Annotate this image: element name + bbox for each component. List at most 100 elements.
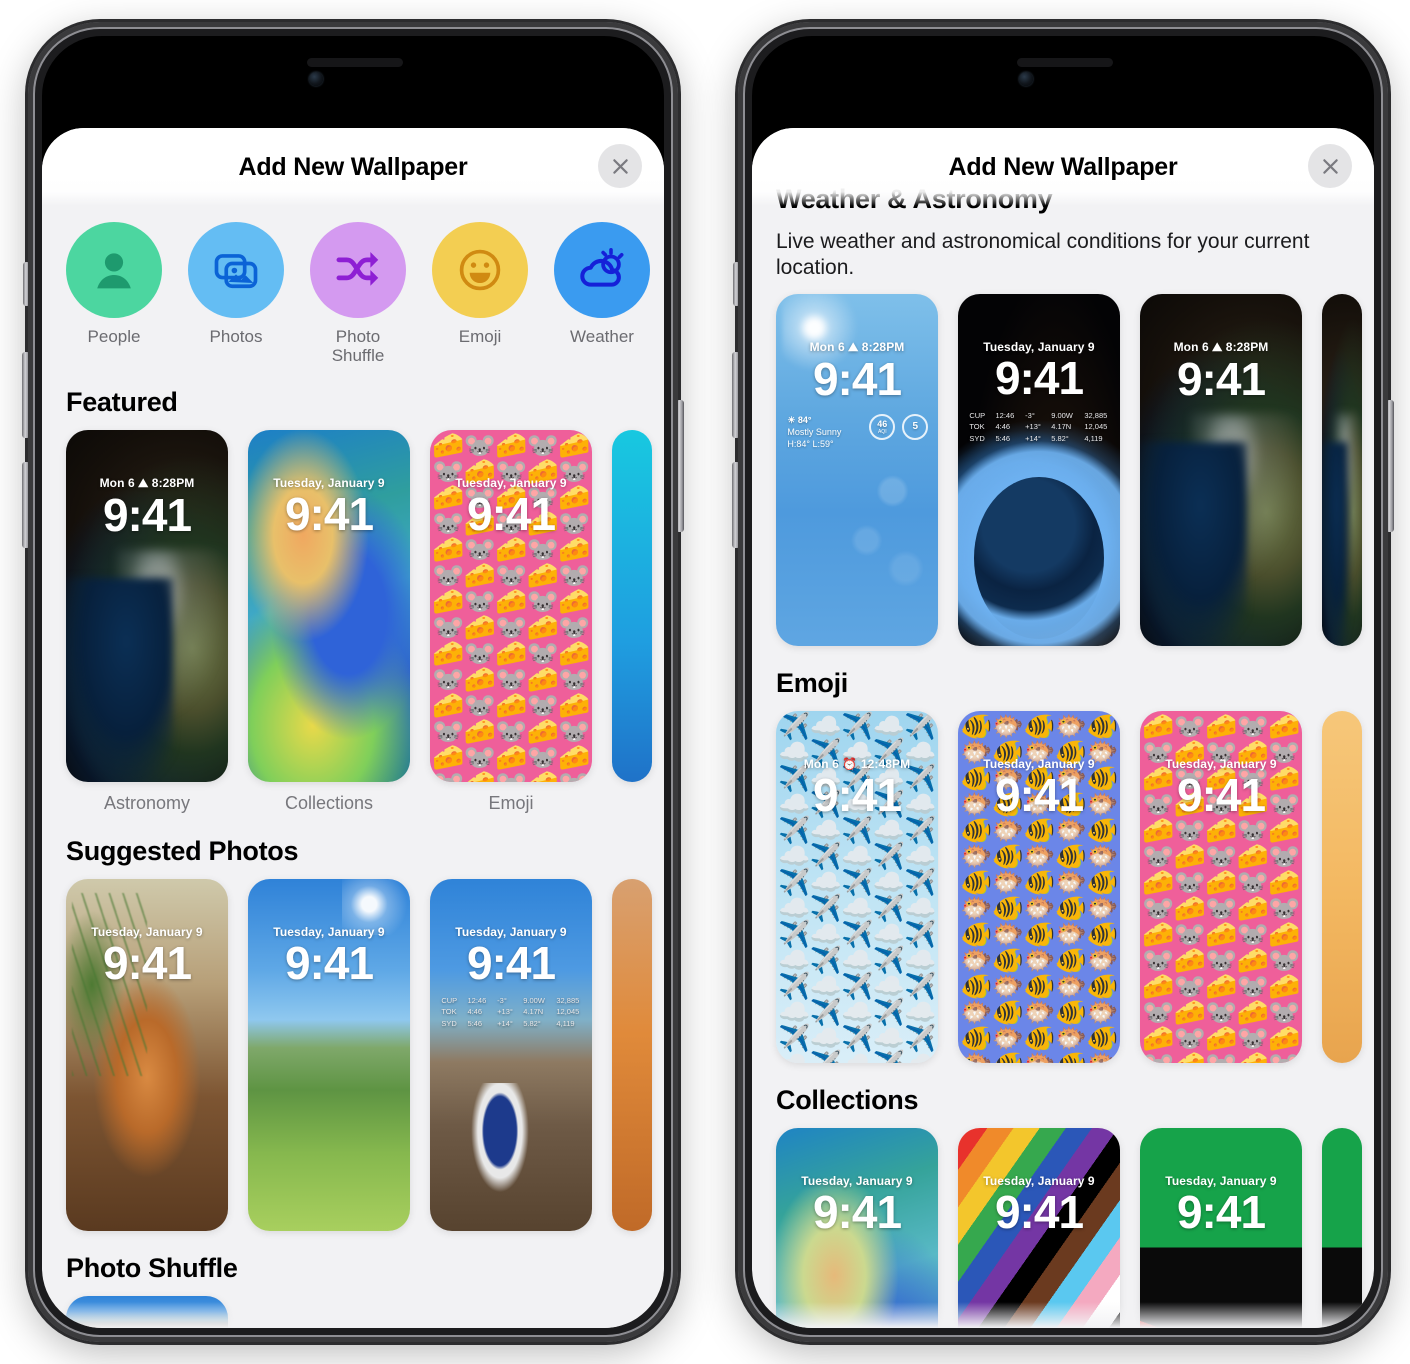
suggested-photos-tile-row[interactable]: Tuesday, January 9 9:41 Tuesday, January… — [42, 879, 664, 1232]
aqi-ring: 46 AQI — [869, 413, 896, 440]
wallpaper-tile[interactable]: Mon 6 ⛰ 8:28PM 9:41 Astronomy — [66, 430, 228, 814]
volume-down-button[interactable] — [22, 462, 30, 548]
lock-screen-overlay: Tuesday, January 9 9:41 — [430, 476, 592, 538]
weather-temp: ☀ 84° — [787, 414, 812, 425]
weather-hilo: H:84° L:59° — [787, 438, 834, 449]
power-button[interactable] — [676, 400, 684, 532]
power-button-right[interactable] — [1386, 400, 1394, 532]
section-title-collections: Collections — [776, 1084, 919, 1115]
section-title-emoji: Emoji — [776, 667, 849, 698]
photos-icon[interactable] — [188, 222, 284, 318]
wallpaper-tile[interactable]: 🐠 🐡 🐠 🐡 🐠 🐡 🐠 🐡 🐠 🐡 🐠 🐡 🐠 🐡 🐠 🐡 🐠 🐡 🐠 🐡 🐠 🐡 🐠 🐡 🐠 🐡 🐠 🐡 🐠 🐡 🐠 🐡 🐠 🐡 🐠 🐡 🐠 🐡 🐠 🐡… — [958, 710, 1120, 1063]
earpiece-speaker — [307, 58, 403, 67]
lock-time: 9:41 — [102, 488, 192, 541]
emoji-smiley-icon[interactable] — [432, 222, 528, 318]
city-widget-row: SYD 5:46 +14° 5.82° 4,119 — [441, 1018, 575, 1028]
volume-up-button[interactable] — [22, 352, 30, 438]
wallpaper-scroll-right[interactable]: Weather & AstronomyLive weather and astr… — [752, 128, 1374, 1328]
weather-astronomy-tile-row[interactable]: ☀ 84° Mostly Sunny H:84° L:59° 46 AQI 5 M… — [752, 293, 1374, 646]
featured-tile-row[interactable]: Mon 6 ⛰ 8:28PM 9:41 Astronomy Tuesday, J… — [42, 430, 664, 814]
wallpaper-tile[interactable] — [612, 879, 652, 1232]
wallpaper-tile[interactable]: Mon 6 ⛰ 8:28PM 9:41 — [1140, 293, 1302, 646]
wallpaper-tile[interactable] — [1322, 710, 1362, 1063]
wallpaper-scroll-left[interactable]: People Photos Photo Shuffle Emoji Weathe… — [42, 128, 664, 1328]
wallpaper-preview[interactable] — [1322, 1127, 1362, 1328]
section-title-photo-shuffle: Photo Shuffle — [66, 1253, 238, 1284]
category-emoji[interactable]: Emoji — [432, 222, 528, 365]
wallpaper-preview[interactable]: Tuesday, January 9 9:41 — [958, 1127, 1120, 1328]
wallpaper-tile[interactable]: 🧀 🐭 🧀 🐭 🧀 🐭 🧀 🐭 🧀 🐭 🧀 🐭 🧀 🐭 🧀 🐭 🧀 🐭 🧀 🐭 🧀 🐭 🧀 🐭 🧀 🐭 🧀 🐭 🧀 🐭 🧀 🐭 🧀 🐭 🧀 🐭 🧀 🐭 🧀 🐭… — [430, 430, 592, 814]
volume-up-button-right[interactable] — [732, 352, 740, 438]
lock-screen-overlay: Mon 6 ⛰ 8:28PM 9:41 — [1140, 340, 1302, 403]
scroll-fade-right — [752, 1302, 1374, 1328]
close-button[interactable] — [598, 144, 642, 188]
category-people[interactable]: People — [66, 222, 162, 365]
iphone-device-right: Weather & AstronomyLive weather and astr… — [732, 22, 1394, 1342]
wallpaper-preview[interactable]: Mon 6 ⛰ 8:28PM 9:41 — [1140, 293, 1302, 646]
wallpaper-tile[interactable]: CUP 12:46 -3° 9.00W 32,885 TOK 4:46 +13°… — [958, 293, 1120, 646]
wallpaper-preview[interactable] — [612, 879, 652, 1232]
wallpaper-preview[interactable]: Tuesday, January 9 9:41 — [248, 430, 410, 783]
page-title: Add New Wallpaper — [238, 152, 468, 181]
wallpaper-tile[interactable]: 🧀 🐭 🧀 🐭 🧀 🐭 🧀 🐭 🧀 🐭 🧀 🐭 🧀 🐭 🧀 🐭 🧀 🐭 🧀 🐭 🧀 🐭 🧀 🐭 🧀 🐭 🧀 🐭 🧀 🐭 🧀 🐭 🧀 🐭 🧀 🐭 🧀 🐭 🧀 🐭… — [1140, 710, 1302, 1063]
category-photos[interactable]: Photos — [188, 222, 284, 365]
wallpaper-tile[interactable]: Tuesday, January 9 9:41 — [66, 879, 228, 1232]
city-widget-row: TOK 4:46 +13° 4.17N 12,045 — [969, 422, 1108, 432]
wallpaper-tile[interactable]: CUP 12:46 -3° 9.00W 32,885 TOK 4:46 +13°… — [430, 879, 592, 1232]
wallpaper-tile[interactable]: ✈️ ☁️ ✈️ ☁️ ✈️ ☁️ ✈️ ☁️ ✈️ ☁️ ✈️ ☁️ ✈️ ☁️ ✈️ ☁️ ✈️ ☁️ ✈️ ☁️… — [776, 710, 938, 1063]
wallpaper-tile[interactable] — [1322, 293, 1362, 646]
lock-time: 9:41 — [812, 352, 902, 405]
wallpaper-preview[interactable]: Tuesday, January 9 9:41 — [248, 879, 410, 1232]
wallpaper-tile[interactable]: Tuesday, January 9 9:41 — [776, 1127, 938, 1328]
volume-down-button-right[interactable] — [732, 462, 740, 548]
person-icon[interactable] — [66, 222, 162, 318]
wallpaper-preview[interactable]: CUP 12:46 -3° 9.00W 32,885 TOK 4:46 +13°… — [430, 879, 592, 1232]
category-weather[interactable]: Weather — [554, 222, 650, 365]
lock-time: 9:41 — [284, 487, 374, 540]
ring-silent-switch[interactable] — [23, 262, 30, 306]
wallpaper-preview[interactable]: Mon 6 ⛰ 8:28PM 9:41 — [66, 430, 228, 783]
weather-cloud-sun-icon[interactable] — [554, 222, 650, 318]
iphone-device-left: People Photos Photo Shuffle Emoji Weathe… — [22, 22, 684, 1342]
wallpaper-preview[interactable]: Tuesday, January 9 9:41 — [776, 1127, 938, 1328]
emoji-tile-row[interactable]: ✈️ ☁️ ✈️ ☁️ ✈️ ☁️ ✈️ ☁️ ✈️ ☁️ ✈️ ☁️ ✈️ ☁️ ✈️ ☁️ ✈️ ☁️ ✈️ ☁️… — [752, 710, 1374, 1063]
lock-time: 9:41 — [102, 936, 192, 989]
wallpaper-tile[interactable]: Tuesday, January 9 9:41 — [958, 1127, 1120, 1328]
wallpaper-preview[interactable]: 🧀 🐭 🧀 🐭 🧀 🐭 🧀 🐭 🧀 🐭 🧀 🐭 🧀 🐭 🧀 🐭 🧀 🐭 🧀 🐭 🧀 🐭 🧀 🐭 🧀 🐭 🧀 🐭 🧀 🐭 🧀 🐭 🧀 🐭 🧀 🐭 🧀 🐭 🧀 🐭… — [430, 430, 592, 783]
wallpaper-preview[interactable]: 🧀 🐭 🧀 🐭 🧀 🐭 🧀 🐭 🧀 🐭 🧀 🐭 🧀 🐭 🧀 🐭 🧀 🐭 🧀 🐭 🧀 🐭 🧀 🐭 🧀 🐭 🧀 🐭 🧀 🐭 🧀 🐭 🧀 🐭 🧀 🐭 🧀 🐭 🧀 🐭… — [1140, 710, 1302, 1063]
lock-screen-overlay: Tuesday, January 9 9:41 — [248, 476, 410, 538]
weather-condition: Mostly Sunny — [787, 426, 842, 437]
wallpaper-tile[interactable] — [612, 430, 652, 814]
wallpaper-preview[interactable] — [1322, 710, 1362, 1063]
wallpaper-tile[interactable]: ☀ 84° Mostly Sunny H:84° L:59° 46 AQI 5 M… — [776, 293, 938, 646]
wallpaper-tile[interactable] — [1322, 1127, 1362, 1328]
wallpaper-preview[interactable]: ☀ 84° Mostly Sunny H:84° L:59° 46 AQI 5 M… — [776, 293, 938, 646]
category-label: Weather — [570, 327, 634, 346]
tile-caption: Emoji — [488, 793, 534, 814]
wallpaper-preview[interactable] — [612, 430, 652, 783]
earpiece-speaker-right — [1017, 58, 1113, 67]
city-widget-row: TOK 4:46 +13° 4.17N 12,045 — [441, 1007, 580, 1017]
wallpaper-preview[interactable]: Tuesday, January 9 9:41 — [1140, 1127, 1302, 1328]
ring-silent-switch-right[interactable] — [733, 262, 740, 306]
category-photo shuffle[interactable]: Photo Shuffle — [310, 222, 406, 365]
city-widget: CUP 12:46 -3° 9.00W 32,885 TOK 4:46 +13°… — [441, 995, 584, 1029]
wallpaper-tile[interactable]: Tuesday, January 9 9:41 — [1140, 1127, 1302, 1328]
wallpaper-tile[interactable]: Tuesday, January 9 9:41 Collections — [248, 430, 410, 814]
lock-screen-overlay: Mon 6 ⛰ 8:28PM 9:41 — [66, 476, 228, 539]
shuffle-icon[interactable] — [310, 222, 406, 318]
page-title-right: Add New Wallpaper — [948, 152, 1178, 181]
lock-time: 9:41 — [284, 936, 374, 989]
wallpaper-preview[interactable] — [1322, 293, 1362, 646]
wallpaper-preview[interactable]: ✈️ ☁️ ✈️ ☁️ ✈️ ☁️ ✈️ ☁️ ✈️ ☁️ ✈️ ☁️ ✈️ ☁️ ✈️ ☁️ ✈️ ☁️ ✈️ ☁️… — [776, 710, 938, 1063]
wallpaper-tile[interactable]: Tuesday, January 9 9:41 — [248, 879, 410, 1232]
lock-screen-overlay: Tuesday, January 9 9:41 — [958, 757, 1120, 819]
close-button-right[interactable] — [1308, 144, 1352, 188]
collections-tile-row[interactable]: Tuesday, January 9 9:41 Tuesday, January… — [752, 1127, 1374, 1328]
lock-screen-overlay: Tuesday, January 9 9:41 — [248, 925, 410, 987]
wallpaper-preview[interactable]: 🐠 🐡 🐠 🐡 🐠 🐡 🐠 🐡 🐠 🐡 🐠 🐡 🐠 🐡 🐠 🐡 🐠 🐡 🐠 🐡 🐠 🐡 🐠 🐡 🐠 🐡 🐠 🐡 🐠 🐡 🐠 🐡 🐠 🐡 🐠 🐡 🐠 🐡 🐠 🐡… — [958, 710, 1120, 1063]
lock-screen-overlay: Tuesday, January 9 9:41 — [958, 340, 1120, 402]
wallpaper-preview[interactable]: Tuesday, January 9 9:41 — [66, 879, 228, 1232]
close-icon — [1322, 158, 1338, 174]
wallpaper-preview[interactable]: CUP 12:46 -3° 9.00W 32,885 TOK 4:46 +13°… — [958, 293, 1120, 646]
